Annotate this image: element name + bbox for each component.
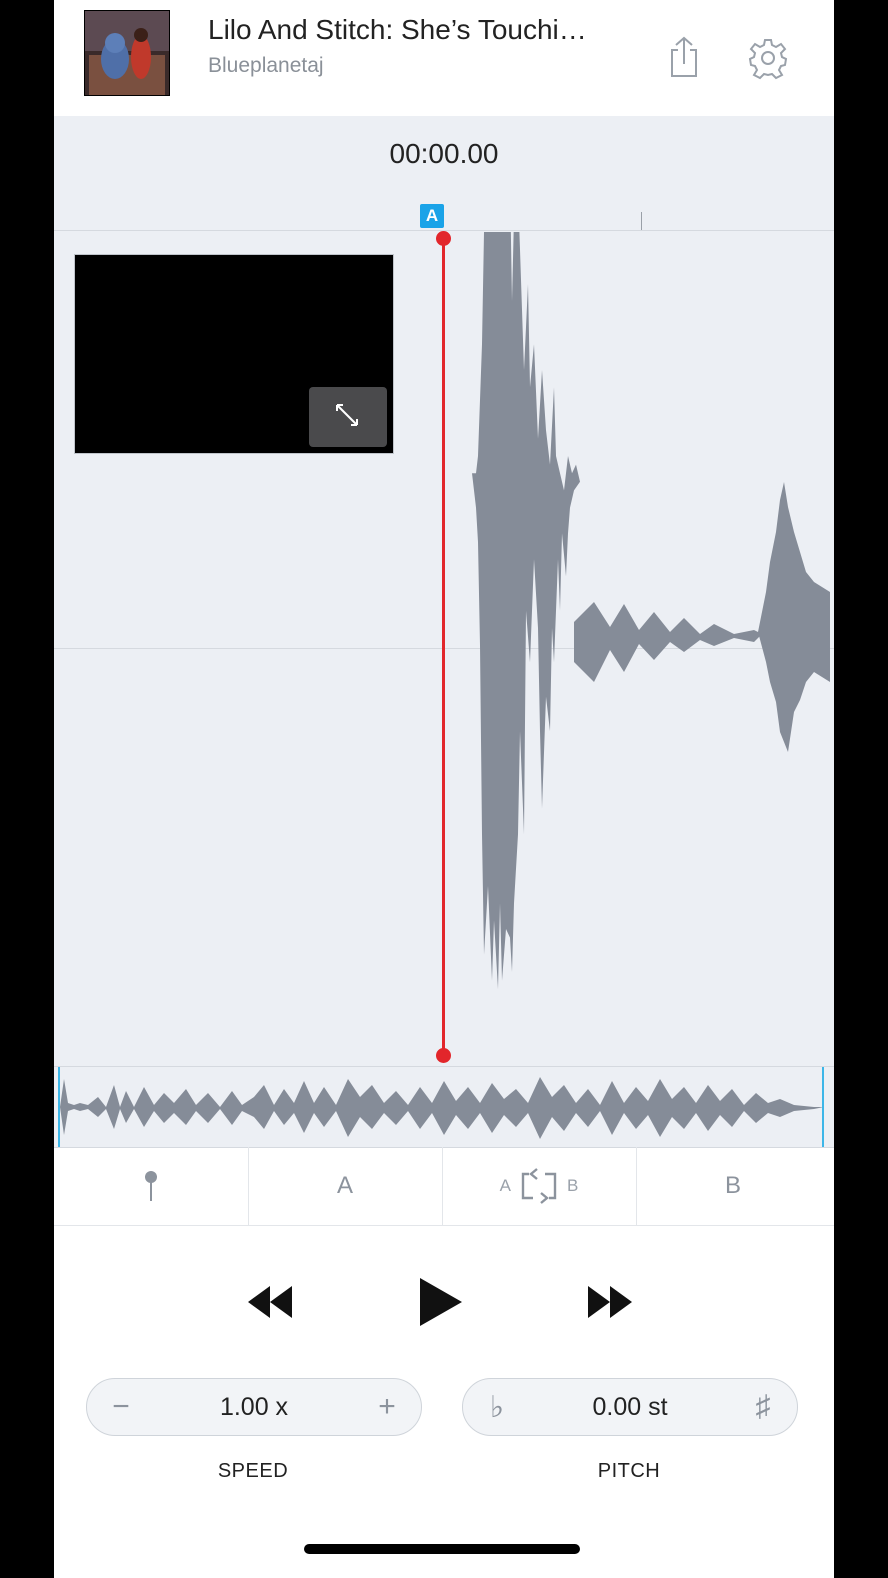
current-time: 00:00.00 xyxy=(389,138,499,169)
overview-start-handle[interactable] xyxy=(58,1067,60,1147)
track-title: Lilo And Stitch: She’s Touchi… xyxy=(208,14,587,45)
track-artist: Blueplanetaj xyxy=(208,54,324,77)
album-art-thumbnail[interactable] xyxy=(84,10,170,96)
rewind-button[interactable] xyxy=(244,1268,304,1338)
expand-icon xyxy=(336,404,358,426)
pin-icon xyxy=(145,1171,157,1201)
header: Lilo And Stitch: She’s Touchi… Blueplane… xyxy=(54,0,834,116)
ab-loop-toggle[interactable]: A B xyxy=(442,1147,637,1225)
playhead-bottom-handle[interactable] xyxy=(436,1048,451,1063)
fast-forward-button[interactable] xyxy=(584,1268,644,1338)
speed-decrease-button[interactable]: − xyxy=(91,1379,151,1435)
speed-increase-button[interactable]: + xyxy=(357,1379,417,1435)
app-screen: Lilo And Stitch: She’s Touchi… Blueplane… xyxy=(54,0,834,1578)
ruler-tick xyxy=(641,212,642,230)
pin-button[interactable] xyxy=(54,1147,249,1225)
set-b-button[interactable]: B xyxy=(636,1147,830,1225)
album-art-image xyxy=(85,11,169,95)
loop-b-label: B xyxy=(567,1176,579,1195)
pitch-sharp-button[interactable]: ♯ xyxy=(733,1379,793,1435)
playhead-top-handle[interactable] xyxy=(436,231,451,246)
loop-a-label: A xyxy=(499,1176,511,1195)
loop-icon xyxy=(521,1168,557,1204)
set-b-label: B xyxy=(724,1172,741,1199)
share-button[interactable] xyxy=(662,36,706,80)
play-icon xyxy=(420,1278,462,1326)
pitch-flat-button[interactable]: ♭ xyxy=(467,1379,527,1435)
waveform-view[interactable]: 00:00.00 A xyxy=(54,116,834,1070)
expand-video-button[interactable] xyxy=(309,387,387,447)
playhead-line[interactable] xyxy=(442,238,445,1056)
play-button[interactable] xyxy=(412,1268,472,1338)
home-indicator[interactable] xyxy=(304,1544,580,1554)
gear-icon xyxy=(748,39,788,80)
pitch-control: ♭ 0.00 st ♯ xyxy=(462,1378,798,1436)
speed-value: 1.00 x xyxy=(219,1393,289,1421)
speed-label: SPEED xyxy=(217,1460,289,1482)
loop-a-marker[interactable]: A xyxy=(420,204,444,228)
fast-forward-icon xyxy=(588,1286,632,1318)
set-a-label: A xyxy=(336,1172,353,1199)
share-icon xyxy=(671,36,697,77)
set-a-button[interactable]: A xyxy=(248,1147,443,1225)
settings-button[interactable] xyxy=(746,36,790,80)
video-preview[interactable] xyxy=(74,254,394,454)
pitch-label: PITCH xyxy=(597,1460,661,1482)
overview-end-handle[interactable] xyxy=(822,1067,824,1147)
ab-loop-bar: A A B B xyxy=(54,1147,834,1226)
speed-control: − 1.00 x + xyxy=(86,1378,422,1436)
overview-graph xyxy=(60,1077,824,1139)
pitch-value: 0.00 st xyxy=(592,1393,668,1421)
rewind-icon xyxy=(248,1286,292,1318)
overview-waveform[interactable] xyxy=(54,1066,834,1148)
